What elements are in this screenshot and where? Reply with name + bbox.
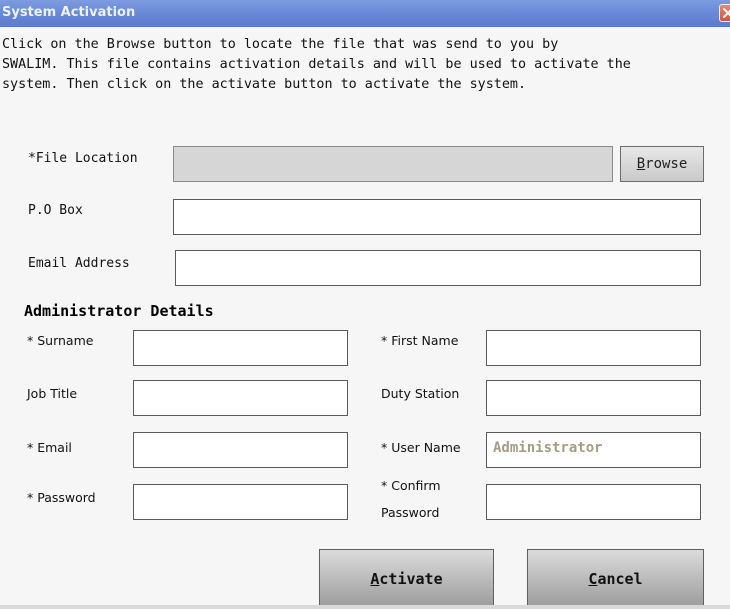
file-location-label: *File Location: [28, 151, 138, 166]
first-name-field[interactable]: [486, 330, 701, 366]
job-title-label: Job Title: [27, 386, 78, 401]
confirm-password-label-line-1: * Confirm: [381, 478, 441, 493]
browse-button[interactable]: Browse: [620, 146, 704, 182]
window-title: System Activation: [2, 5, 136, 20]
user-name-label: * User Name: [381, 440, 461, 455]
cancel-label: ancel: [597, 570, 643, 588]
email-field[interactable]: [133, 432, 348, 468]
file-location-field: [173, 146, 613, 182]
close-button[interactable]: [719, 4, 730, 22]
instructions-line-3: system. Then click on the activate butto…: [2, 77, 527, 92]
cancel-button[interactable]: Cancel: [527, 549, 704, 607]
first-name-label: * First Name: [381, 333, 459, 348]
surname-field[interactable]: [133, 330, 348, 366]
email-address-label: Email Address: [28, 256, 130, 271]
confirm-password-field[interactable]: [486, 484, 701, 520]
window-bottom-edge: [0, 605, 730, 609]
duty-station-label: Duty Station: [381, 386, 460, 401]
instructions-line-2: SWALIM. This file contains activation de…: [2, 57, 631, 72]
browse-label: rowse: [645, 156, 688, 172]
user-name-value: Administrator: [493, 440, 603, 456]
close-icon: [723, 8, 730, 18]
user-name-field: Administrator: [486, 432, 701, 468]
confirm-password-label-line-2: Password: [381, 505, 440, 520]
surname-label: * Surname: [27, 333, 94, 348]
password-label: * Password: [27, 490, 96, 505]
instructions-text: Click on the Browse button to locate the…: [2, 35, 730, 95]
duty-station-field[interactable]: [486, 380, 701, 416]
title-bar: System Activation: [0, 0, 730, 27]
po-box-field[interactable]: [173, 199, 701, 235]
job-title-field[interactable]: [133, 380, 348, 416]
instructions-line-1: Click on the Browse button to locate the…: [2, 37, 559, 52]
browse-accelerator: B: [636, 156, 646, 172]
activate-label: ctivate: [379, 570, 443, 588]
administrator-details-heading: Administrator Details: [24, 302, 214, 320]
password-field[interactable]: [133, 484, 348, 520]
email-label: * Email: [27, 440, 72, 455]
activate-button[interactable]: Activate: [319, 549, 494, 607]
email-address-field[interactable]: [175, 250, 701, 286]
po-box-label: P.O Box: [28, 203, 83, 218]
